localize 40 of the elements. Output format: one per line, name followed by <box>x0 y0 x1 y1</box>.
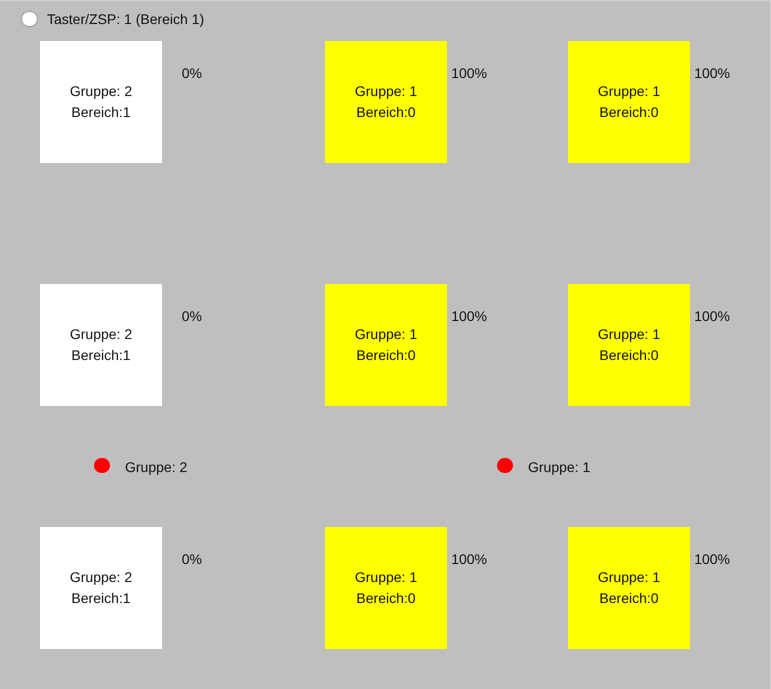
area-label: Bereich:0 <box>356 103 416 122</box>
group-label: Gruppe: 2 <box>70 325 132 344</box>
group-label: Gruppe: 2 <box>70 82 132 101</box>
light-tile[interactable]: Gruppe: 1 Bereich:0 <box>325 527 447 649</box>
radio-icon[interactable] <box>21 11 38 27</box>
radio-option[interactable]: Taster/ZSP: 1 (Bereich 1) <box>21 10 204 28</box>
group-label: Gruppe: 1 <box>354 325 418 344</box>
group-label: Gruppe: 2 <box>70 568 132 587</box>
percent-label: 100% <box>693 307 730 325</box>
percent-label: 100% <box>450 64 487 82</box>
percent-label: 0% <box>180 64 202 82</box>
group-label: Gruppe: 1 <box>354 82 418 101</box>
group-legend-label: Gruppe: 2 <box>125 458 188 476</box>
light-tile[interactable]: Gruppe: 1 Bereich:0 <box>568 527 690 649</box>
area-label: Bereich:0 <box>356 589 416 608</box>
area-label: Bereich:1 <box>71 346 131 365</box>
group-label: Gruppe: 1 <box>598 568 660 587</box>
percent-label: 100% <box>450 550 487 568</box>
percent-label: 100% <box>450 307 487 325</box>
group-legend-label: Gruppe: 1 <box>528 458 590 476</box>
percent-label: 0% <box>180 307 202 325</box>
area-label: Bereich:1 <box>71 103 131 122</box>
light-tile[interactable]: Gruppe: 2 Bereich:1 <box>40 527 162 649</box>
area-label: Bereich:0 <box>599 589 659 608</box>
area-label: Bereich:0 <box>356 346 416 365</box>
light-tile[interactable]: Gruppe: 1 Bereich:0 <box>325 284 447 406</box>
group-label: Gruppe: 1 <box>354 568 418 587</box>
light-tile[interactable]: Gruppe: 1 Bereich:0 <box>568 41 690 163</box>
percent-label: 100% <box>693 550 730 568</box>
light-tile[interactable]: Gruppe: 1 Bereich:0 <box>568 284 690 406</box>
light-tile[interactable]: Gruppe: 2 Bereich:1 <box>40 284 162 406</box>
area-label: Bereich:1 <box>71 589 131 608</box>
area-label: Bereich:0 <box>599 346 659 365</box>
group-label: Gruppe: 1 <box>598 325 660 344</box>
percent-label: 0% <box>180 550 202 568</box>
light-tile[interactable]: Gruppe: 2 Bereich:1 <box>40 41 162 163</box>
group-label: Gruppe: 1 <box>598 82 660 101</box>
light-tile[interactable]: Gruppe: 1 Bereich:0 <box>325 41 447 163</box>
percent-label: 100% <box>693 64 730 82</box>
area-label: Bereich:0 <box>599 103 659 122</box>
